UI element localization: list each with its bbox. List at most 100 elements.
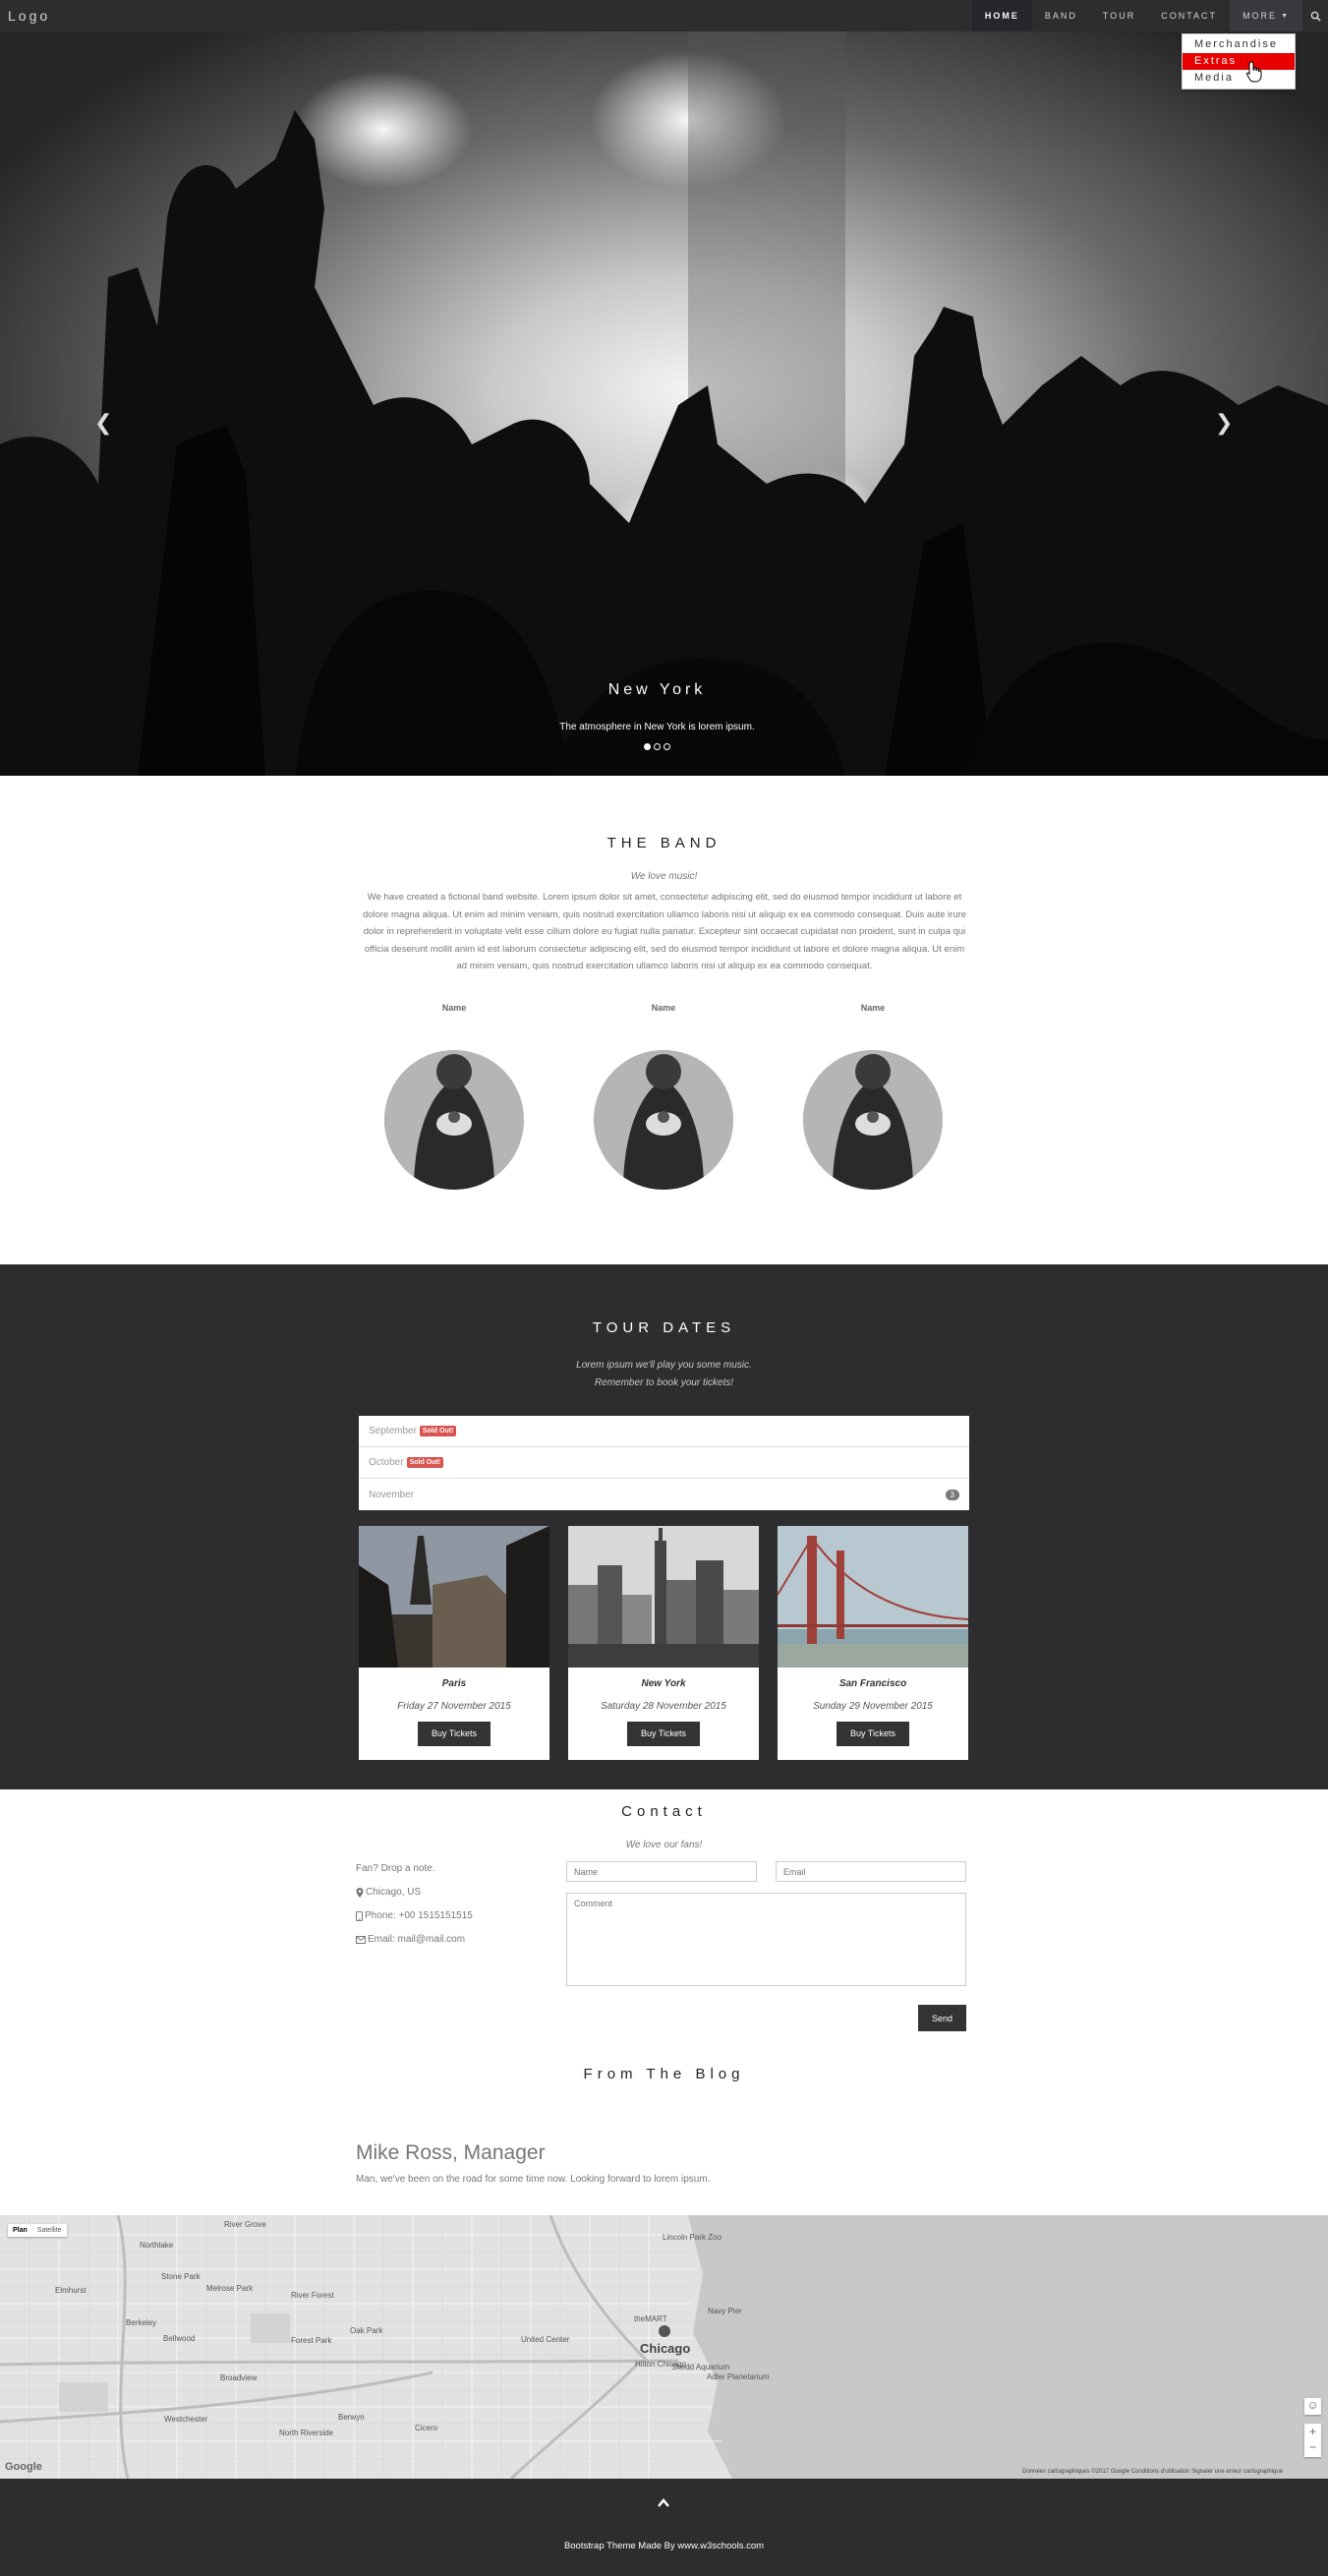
- map-label: Northlake: [140, 2241, 174, 2250]
- logo[interactable]: Logo: [8, 8, 50, 24]
- location-text: Chicago, US: [366, 1887, 422, 1898]
- map-type-tabs: Plan Satellite: [8, 2224, 67, 2237]
- nav-tour[interactable]: TOUR: [1090, 0, 1148, 31]
- phone-row: Phone: +00 1515151515: [356, 1910, 473, 1921]
- buy-tickets-button[interactable]: Buy Tickets: [418, 1722, 491, 1746]
- new-york-image: [568, 1526, 759, 1668]
- blog-author: Mike Ross, Manager: [356, 2141, 546, 2164]
- map-label: Stone Park: [161, 2272, 201, 2281]
- location-row: Chicago, US: [356, 1887, 421, 1898]
- map-zoom-controls: + −: [1304, 2424, 1321, 2457]
- carousel-next-icon[interactable]: ❯: [1215, 410, 1233, 436]
- city-name: New York: [641, 1678, 686, 1689]
- carousel-indicators: [644, 743, 670, 750]
- carousel-indicator[interactable]: [664, 743, 670, 750]
- nav-contact[interactable]: CONTACT: [1148, 0, 1230, 31]
- map-marker-icon: [356, 1887, 364, 1898]
- navbar: Logo HOME BAND TOUR CONTACT MORE ▼: [0, 0, 1328, 31]
- send-button[interactable]: Send: [918, 2005, 966, 2031]
- caret-down-icon: ▼: [1281, 12, 1290, 20]
- month-label: October: [369, 1457, 404, 1468]
- carousel-prev-icon[interactable]: ❮: [94, 410, 112, 436]
- map-label: Berwyn: [338, 2413, 365, 2422]
- member-photo[interactable]: [594, 1050, 733, 1190]
- map-label: United Center: [521, 2335, 570, 2344]
- carousel-caption-title: New York: [607, 681, 707, 698]
- chevron-up-icon[interactable]: [658, 2498, 669, 2507]
- band-description: We have created a fictional band website…: [362, 892, 967, 971]
- contact-tagline: We love our fans!: [625, 1840, 703, 1850]
- map-label: River Grove: [224, 2220, 266, 2229]
- sold-out-label: Sold Out!: [406, 1457, 444, 1468]
- member-name: Name: [651, 1003, 676, 1013]
- map-tab-plan[interactable]: Plan: [8, 2224, 32, 2237]
- nav-more[interactable]: MORE ▼: [1230, 0, 1302, 31]
- month-label: September: [369, 1426, 417, 1436]
- more-dropdown: Merchandise Extras Media: [1182, 33, 1296, 89]
- phone-icon: [356, 1910, 363, 1921]
- month-label: November: [369, 1489, 415, 1500]
- map-label: theMART: [634, 2314, 667, 2323]
- map-label: North Riverside: [279, 2429, 334, 2437]
- list-item: November 3: [359, 1479, 969, 1510]
- carousel-indicator[interactable]: [654, 743, 661, 750]
- map-label: Lincoln Park Zoo: [663, 2233, 722, 2242]
- sold-out-label: Sold Out!: [419, 1426, 457, 1436]
- map-label: Berkeley: [126, 2318, 157, 2327]
- map-label: Cicero: [415, 2424, 438, 2432]
- band-member: Name: [799, 1003, 947, 1190]
- email-input[interactable]: [776, 1861, 966, 1882]
- street-view-icon[interactable]: ☺: [1304, 2398, 1321, 2415]
- carousel-indicator[interactable]: [644, 743, 651, 750]
- nav-more-label: MORE: [1242, 11, 1278, 21]
- zoom-out-icon[interactable]: −: [1304, 2439, 1321, 2455]
- carousel-caption-text: The atmosphere in New York is lorem ipsu…: [559, 722, 755, 732]
- google-map[interactable]: Plan Satellite River Grove Northlake Sto…: [0, 2215, 1328, 2479]
- count-badge: 3: [945, 1489, 959, 1500]
- hero-carousel: ❮ ❯ New York The atmosphere in New York …: [0, 31, 1328, 776]
- map-tab-satellite[interactable]: Satellite: [32, 2224, 67, 2237]
- footer-credit[interactable]: Bootstrap Theme Made By www.w3schools.co…: [0, 2541, 1328, 2551]
- zoom-in-icon[interactable]: +: [1304, 2424, 1321, 2439]
- comment-textarea[interactable]: [566, 1893, 966, 1986]
- email-text: Email: mail@mail.com: [368, 1934, 466, 1945]
- san-francisco-image: [778, 1526, 968, 1668]
- map-label: Shedd Aquarium: [671, 2363, 730, 2371]
- email-row: Email: mail@mail.com: [356, 1934, 465, 1945]
- map-label: Melrose Park: [206, 2284, 254, 2293]
- envelope-icon: [356, 1935, 366, 1944]
- city-date: Sunday 29 November 2015: [813, 1701, 933, 1712]
- member-photo[interactable]: [803, 1050, 943, 1190]
- band-member: Name: [380, 1003, 528, 1190]
- map-label-chicago: Chicago: [640, 2341, 691, 2356]
- map-attribution[interactable]: Données cartographiques ©2017 Google Con…: [1022, 2469, 1283, 2475]
- map-label: Broadview: [220, 2373, 258, 2382]
- tour-month-list: September Sold Out! October Sold Out! No…: [359, 1416, 969, 1510]
- map-label: Adler Planetarium: [707, 2372, 770, 2381]
- city-card: Paris Friday 27 November 2015 Buy Ticket…: [359, 1526, 549, 1760]
- blog-text: Man, we've been on the road for some tim…: [356, 2174, 711, 2185]
- hand-cursor-icon: [1245, 61, 1262, 83]
- member-photo[interactable]: [384, 1050, 524, 1190]
- tour-title: TOUR DATES: [592, 1319, 736, 1336]
- map-label: Oak Park: [350, 2326, 383, 2335]
- tour-lead-line: Remember to book your tickets!: [594, 1377, 734, 1388]
- search-icon[interactable]: [1302, 0, 1328, 31]
- buy-tickets-button[interactable]: Buy Tickets: [627, 1722, 700, 1746]
- name-input[interactable]: [566, 1861, 757, 1882]
- map-label: Elmhurst: [55, 2286, 87, 2295]
- list-item: October Sold Out!: [359, 1447, 969, 1479]
- band-tagline: We love music!: [630, 871, 698, 882]
- city-card: San Francisco Sunday 29 November 2015 Bu…: [778, 1526, 968, 1760]
- dropdown-item-extras[interactable]: Extras: [1183, 53, 1295, 70]
- map-label: River Forest: [291, 2291, 334, 2300]
- buy-tickets-button[interactable]: Buy Tickets: [837, 1722, 909, 1746]
- nav-band[interactable]: BAND: [1032, 0, 1090, 31]
- dropdown-item-media[interactable]: Media: [1183, 70, 1295, 87]
- blog-title: From The Blog: [583, 2066, 745, 2082]
- nav-home[interactable]: HOME: [971, 0, 1032, 31]
- city-name: Paris: [441, 1678, 467, 1689]
- city-date: Friday 27 November 2015: [397, 1701, 511, 1712]
- band-title: THE BAND: [606, 835, 722, 851]
- dropdown-item-merchandise[interactable]: Merchandise: [1183, 36, 1295, 53]
